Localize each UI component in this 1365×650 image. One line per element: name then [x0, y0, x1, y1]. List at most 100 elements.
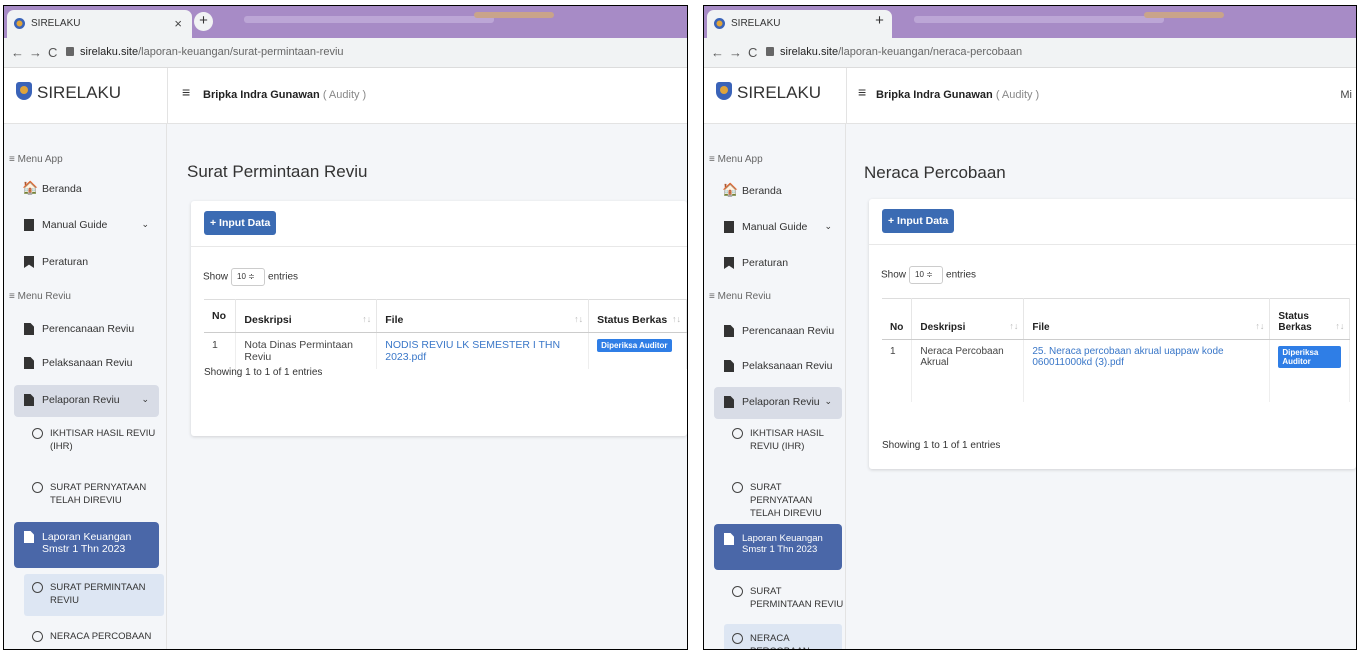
sidebar-item-perencanaan[interactable]: Perencanaan Reviu [714, 316, 842, 348]
home-icon: 🏠 [722, 182, 739, 197]
sidebar-subitem-ihr[interactable]: IKHTISAR HASIL REVIU (IHR) [724, 427, 844, 453]
blurred-tab-area [474, 12, 554, 18]
file-icon [24, 323, 34, 335]
tab-close-icon[interactable]: × [174, 16, 182, 31]
user-info: Bripka Indra Gunawan ( Audity ) [876, 89, 1040, 101]
sidebar-subitem-surat-permintaan[interactable]: SURAT PERMINTAAN REVIU [724, 585, 844, 611]
chevron-down-icon: ⌄ [824, 396, 832, 406]
hamburger-icon[interactable]: ≡ [182, 84, 190, 100]
chevron-down-icon: ⌄ [141, 219, 149, 229]
sidebar-subitem-spr[interactable]: SURAT PERNYATAAN TELAH DIREVIU [724, 481, 844, 520]
entries-select[interactable]: 10 ≑ [231, 268, 266, 286]
circle-icon [732, 428, 743, 439]
col-file[interactable]: File ↑↓ [376, 299, 590, 333]
input-data-button[interactable]: + Input Data [204, 211, 277, 235]
table-row: 1 Neraca Percobaan Akrual 25. Neraca per… [882, 339, 1351, 402]
browser-tabbar: SIRELAKU × + [4, 6, 687, 38]
sidebar-item-pelaporan[interactable]: Pelaporan Reviu ⌄ [714, 387, 842, 419]
sidebar-item-perencanaan[interactable]: Perencanaan Reviu [14, 314, 159, 346]
chevron-down-icon: ⌄ [141, 394, 149, 404]
col-status[interactable]: Status Berkas ↑↓ [1269, 298, 1351, 340]
blurred-tab-area [1144, 12, 1224, 18]
sidebar-item-pelaksanaan[interactable]: Pelaksanaan Reviu [14, 348, 159, 380]
col-file[interactable]: File ↑↓ [1023, 298, 1271, 340]
cell-status: Diperiksa Auditor [588, 332, 687, 369]
section-menu-reviu: ≡ Menu Reviu [709, 291, 771, 302]
file-icon [24, 357, 34, 369]
address-bar: ← → C sirelaku.site/laporan-keuangan/sur… [4, 38, 687, 68]
favicon-icon [14, 18, 25, 29]
cell-no: 1 [204, 332, 237, 369]
col-no[interactable]: No [882, 298, 913, 340]
address-bar: ← → C sirelaku.site/laporan-keuangan/ner… [704, 38, 1356, 68]
bookmark-icon [24, 256, 34, 268]
file-icon [724, 325, 734, 337]
input-data-button[interactable]: + Input Data [882, 209, 955, 233]
cell-status: Diperiksa Auditor [1269, 339, 1351, 402]
sidebar-item-beranda[interactable]: 🏠 Beranda [14, 174, 159, 206]
sidebar-item-manual-guide[interactable]: Manual Guide ⌄ [714, 212, 842, 244]
sidebar-subitem-spr[interactable]: SURAT PERNYATAAN TELAH DIREVIU [24, 481, 164, 507]
sort-icon: ↑↓ [1009, 321, 1019, 331]
lock-icon [66, 47, 74, 56]
col-status[interactable]: Status Berkas ↑↓ [588, 299, 687, 333]
user-info: Bripka Indra Gunawan ( Audity ) [203, 89, 367, 101]
new-tab-button[interactable]: + [870, 12, 889, 31]
forward-icon[interactable]: → [29, 45, 42, 60]
back-icon[interactable]: ← [711, 45, 724, 60]
col-no[interactable]: No [204, 299, 237, 333]
col-deskripsi[interactable]: Deskripsi ↑↓ [235, 299, 378, 333]
sidebar-subitem-ihr[interactable]: IKHTISAR HASIL REVIU (IHR) [24, 427, 164, 453]
sidebar-subitem-neraca[interactable]: NERACA PERCOBAAN [724, 624, 842, 649]
right-screenshot: SIRELAKU × + ← → C sirelaku.site/laporan… [703, 5, 1357, 650]
sidebar-item-pelaksanaan[interactable]: Pelaksanaan Reviu [714, 351, 842, 383]
sidebar-item-manual-guide[interactable]: Manual Guide ⌄ [14, 210, 159, 242]
new-tab-button[interactable]: + [194, 12, 213, 31]
hamburger-icon[interactable]: ≡ [858, 84, 866, 100]
url-field[interactable]: sirelaku.site/laporan-keuangan/neraca-pe… [780, 46, 1022, 58]
home-icon: 🏠 [22, 180, 39, 195]
file-link[interactable]: 25. Neraca percobaan akrual uappaw kode … [1023, 339, 1271, 402]
brand-logo[interactable]: SIRELAKU [16, 82, 121, 103]
forward-icon[interactable]: → [729, 45, 742, 60]
status-badge: Diperiksa Auditor [597, 339, 672, 352]
col-deskripsi[interactable]: Deskripsi ↑↓ [911, 298, 1025, 340]
sidebar-item-beranda[interactable]: 🏠 Beranda [714, 176, 842, 208]
sort-icon: ↑↓ [574, 314, 584, 324]
sidebar-subitem-surat-permintaan[interactable]: SURAT PERMINTAAN REVIU [24, 574, 164, 616]
sidebar-item-peraturan[interactable]: Peraturan [714, 248, 842, 280]
sidebar-item-pelaporan[interactable]: Pelaporan Reviu ⌄ [14, 385, 159, 417]
file-icon [724, 533, 734, 545]
sidebar: ≡ Menu App 🏠 Beranda Manual Guide ⌄ Peratu… [4, 124, 167, 649]
table-info: Showing 1 to 1 of 1 entries [882, 440, 1001, 451]
topbar-right-text: Mi [1340, 89, 1352, 101]
book-icon [724, 221, 734, 233]
file-link[interactable]: NODIS REVIU LK SEMESTER I THN 2023.pdf [376, 332, 590, 369]
sidebar-subitem-neraca[interactable]: NERACA PERCOBAAN [24, 630, 164, 643]
content-card: + Input Data Show 10 ≑ entries No Deskrips… [869, 199, 1356, 469]
sort-icon: ↑↓ [1335, 321, 1345, 331]
tab-title: SIRELAKU [31, 18, 81, 29]
sidebar-item-laporan-keuangan[interactable]: Laporan Keuangan Smstr 1 Thn 2023 [14, 522, 159, 568]
circle-icon [32, 582, 43, 593]
data-table: No Deskripsi ↑↓ File ↑↓ Status Berkas ↑↓ 1 … [882, 298, 1351, 402]
file-icon [724, 360, 734, 372]
reload-icon[interactable]: C [748, 45, 757, 60]
entries-select[interactable]: 10 ≑ [909, 266, 944, 284]
reload-icon[interactable]: C [48, 45, 57, 60]
browser-tab[interactable]: SIRELAKU × [7, 10, 192, 38]
page-title: Neraca Percobaan [864, 163, 1006, 182]
left-screenshot: SIRELAKU × + ← → C sirelaku.site/laporan… [3, 5, 688, 650]
back-icon[interactable]: ← [11, 45, 24, 60]
data-table: No Deskripsi ↑↓ File ↑↓ Status Berkas ↑↓ 1 … [204, 299, 687, 369]
shield-icon [716, 82, 732, 100]
sidebar-item-laporan-keuangan[interactable]: Laporan Keuangan Smstr 1 Thn 2023 [714, 524, 842, 570]
content-card: + Input Data Show 10 ≑ entries No Deskrips… [191, 201, 687, 436]
table-row: 1 Nota Dinas Permintaan Reviu NODIS REVI… [204, 332, 687, 369]
browser-tab[interactable]: SIRELAKU × [707, 10, 892, 38]
brand-logo[interactable]: SIRELAKU [716, 82, 821, 103]
circle-icon [732, 586, 743, 597]
sort-icon: ↑↓ [672, 314, 681, 324]
sidebar-item-peraturan[interactable]: Peraturan [14, 247, 159, 279]
url-field[interactable]: sirelaku.site/laporan-keuangan/surat-per… [80, 46, 344, 58]
